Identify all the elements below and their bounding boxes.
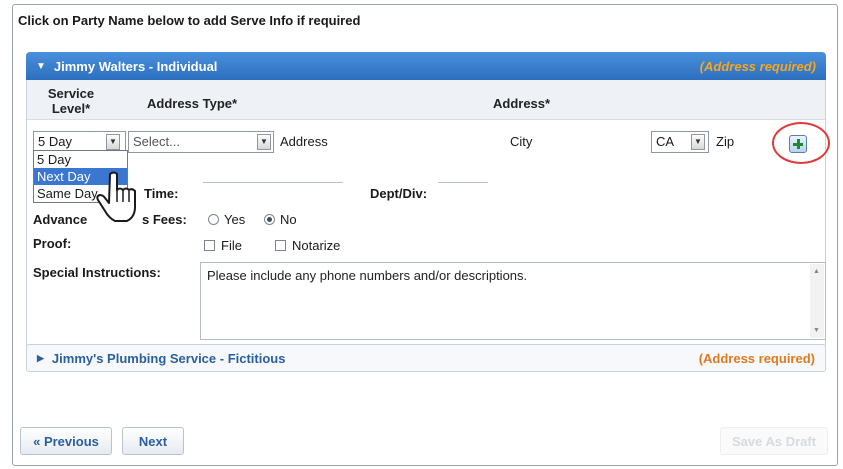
advance-fees-label-start: Advance bbox=[33, 212, 88, 227]
option-5-day[interactable]: 5 Day bbox=[34, 151, 127, 168]
fees-yes-radio[interactable]: Yes bbox=[208, 212, 245, 227]
party2-name: Jimmy's Plumbing Service - Fictitious bbox=[51, 350, 286, 366]
scroll-up-icon[interactable]: ▲ bbox=[813, 268, 820, 275]
address-type-select[interactable]: Select... bbox=[128, 131, 274, 153]
address-required-badge: (Address required) bbox=[698, 350, 815, 366]
fees-yes-label: Yes bbox=[224, 212, 246, 227]
scroll-down-icon[interactable]: ▼ bbox=[813, 327, 820, 334]
next-button[interactable]: Next bbox=[122, 427, 184, 455]
special-instructions-text: Please include any phone numbers and/or … bbox=[207, 268, 528, 283]
special-instructions-textarea[interactable]: Please include any phone numbers and/or … bbox=[200, 262, 826, 340]
party-name: Jimmy Walters - Individual bbox=[53, 58, 218, 74]
zip-input[interactable]: Zip bbox=[716, 134, 734, 149]
fees-no-label: No bbox=[280, 212, 297, 227]
proof-notarize-checkbox[interactable]: Notarize bbox=[275, 238, 340, 253]
party-header-jimmys-plumbing[interactable]: ▶ Jimmy's Plumbing Service - Fictitious … bbox=[26, 344, 826, 372]
service-level-value: 5 Day bbox=[38, 134, 72, 149]
address-input[interactable]: Address bbox=[280, 134, 328, 149]
address-required-badge: (Address required) bbox=[699, 58, 816, 74]
address-header: Address* bbox=[493, 96, 551, 111]
address-type-dropdown-icon[interactable]: ▼ bbox=[257, 134, 271, 150]
save-as-draft-button[interactable]: Save As Draft bbox=[720, 427, 828, 455]
proof-file-checkbox[interactable]: File bbox=[204, 238, 242, 253]
annotation-circle bbox=[772, 122, 830, 164]
time-label: Time: bbox=[144, 186, 179, 201]
proof-file-label: File bbox=[221, 238, 242, 253]
proof-notarize-label: Notarize bbox=[292, 238, 341, 253]
proof-label: Proof: bbox=[33, 236, 72, 251]
hand-pointer-icon bbox=[96, 171, 136, 222]
service-level-dropdown-icon[interactable]: ▼ bbox=[106, 134, 120, 150]
previous-button[interactable]: « Previous bbox=[20, 427, 112, 455]
advance-fees-label-end: s Fees: bbox=[142, 212, 187, 227]
radio-icon bbox=[208, 214, 219, 225]
radio-selected-icon bbox=[264, 214, 275, 225]
dept-field[interactable] bbox=[438, 182, 488, 183]
address-type-value: Select... bbox=[133, 134, 180, 149]
dept-label: Dept/Div: bbox=[370, 186, 428, 201]
address-type-header: Address Type* bbox=[147, 96, 238, 111]
instructions-text: Click on Party Name below to add Serve I… bbox=[18, 13, 361, 28]
collapse-arrow-icon: ▼ bbox=[36, 60, 46, 72]
fees-no-radio[interactable]: No bbox=[264, 212, 297, 227]
service-level-header: Service Level* bbox=[47, 86, 95, 116]
expand-arrow-icon: ▶ bbox=[37, 352, 44, 363]
state-value: CA bbox=[656, 134, 675, 149]
checkbox-icon bbox=[275, 240, 286, 251]
time-field[interactable] bbox=[203, 182, 343, 183]
city-input[interactable]: City bbox=[510, 134, 532, 149]
state-dropdown-icon[interactable]: ▼ bbox=[691, 134, 705, 150]
party-header-jimmy-walters[interactable]: ▼ Jimmy Walters - Individual (Address re… bbox=[26, 52, 826, 80]
special-instructions-label: Special Instructions: bbox=[33, 265, 161, 280]
textarea-scrollbar[interactable]: ▲ ▼ bbox=[810, 264, 824, 338]
checkbox-icon bbox=[204, 240, 215, 251]
